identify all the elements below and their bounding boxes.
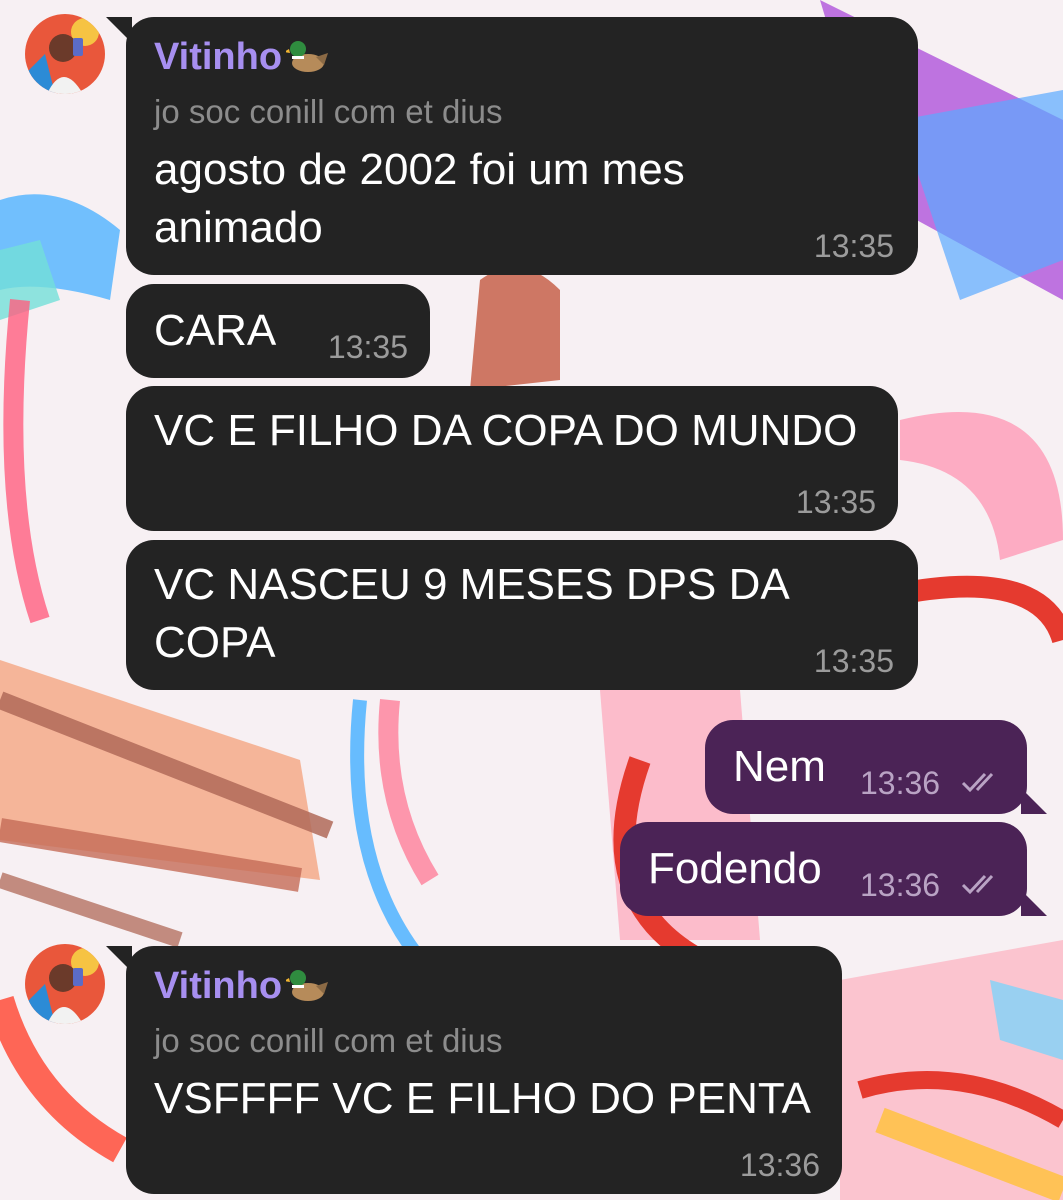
duck-icon — [286, 41, 329, 72]
message-bubble[interactable]: VC NASCEU 9 MESES DPS DA COPA 13:35 — [126, 540, 918, 690]
sender-avatar[interactable] — [25, 14, 105, 94]
sender-status: jo soc conill com et dius — [154, 1022, 503, 1059]
message-time: 13:36 — [860, 867, 941, 903]
message-time: 13:36 — [739, 1147, 820, 1183]
message-text: Nem — [733, 742, 826, 791]
message-time: 13:36 — [860, 765, 941, 801]
message-text: Fodendo — [648, 844, 822, 893]
message-text: VC E FILHO DA COPA DO MUNDO — [154, 406, 858, 455]
message-bubble[interactable]: Vitinho jo soc conill com et dius VSFFFF… — [106, 946, 842, 1194]
message-bubble-outgoing[interactable]: Nem 13:36 — [705, 720, 1047, 814]
duck-icon — [286, 970, 329, 1001]
sender-status: jo soc conill com et dius — [154, 93, 503, 130]
message-bubble-outgoing[interactable]: Fodendo 13:36 — [620, 822, 1047, 916]
message-time: 13:35 — [795, 484, 876, 520]
sender-name[interactable]: Vitinho — [154, 964, 330, 1008]
sender-avatar[interactable] — [25, 944, 105, 1024]
message-text: CARA — [154, 306, 277, 355]
message-bubble[interactable]: CARA 13:35 — [126, 284, 430, 378]
message-bubble[interactable]: VC E FILHO DA COPA DO MUNDO 13:35 — [126, 386, 898, 531]
message-time: 13:35 — [813, 643, 894, 679]
message-time: 13:35 — [327, 329, 408, 365]
avatar-photo — [25, 944, 105, 1024]
double-check-icon — [961, 772, 994, 793]
message-text: VC NASCEU 9 MESES DPS DA COPA — [154, 560, 790, 667]
message-text: VSFFFF VC E FILHO DO PENTA — [154, 1074, 811, 1123]
avatar-photo — [25, 14, 105, 94]
message-time: 13:35 — [813, 228, 894, 264]
message-bubble[interactable]: Vitinho jo soc conill com et dius agosto… — [106, 17, 918, 275]
sender-name[interactable]: Vitinho — [154, 35, 330, 79]
double-check-icon — [961, 874, 994, 895]
message-text: agosto de 2002 foi um mes animado — [154, 145, 685, 252]
